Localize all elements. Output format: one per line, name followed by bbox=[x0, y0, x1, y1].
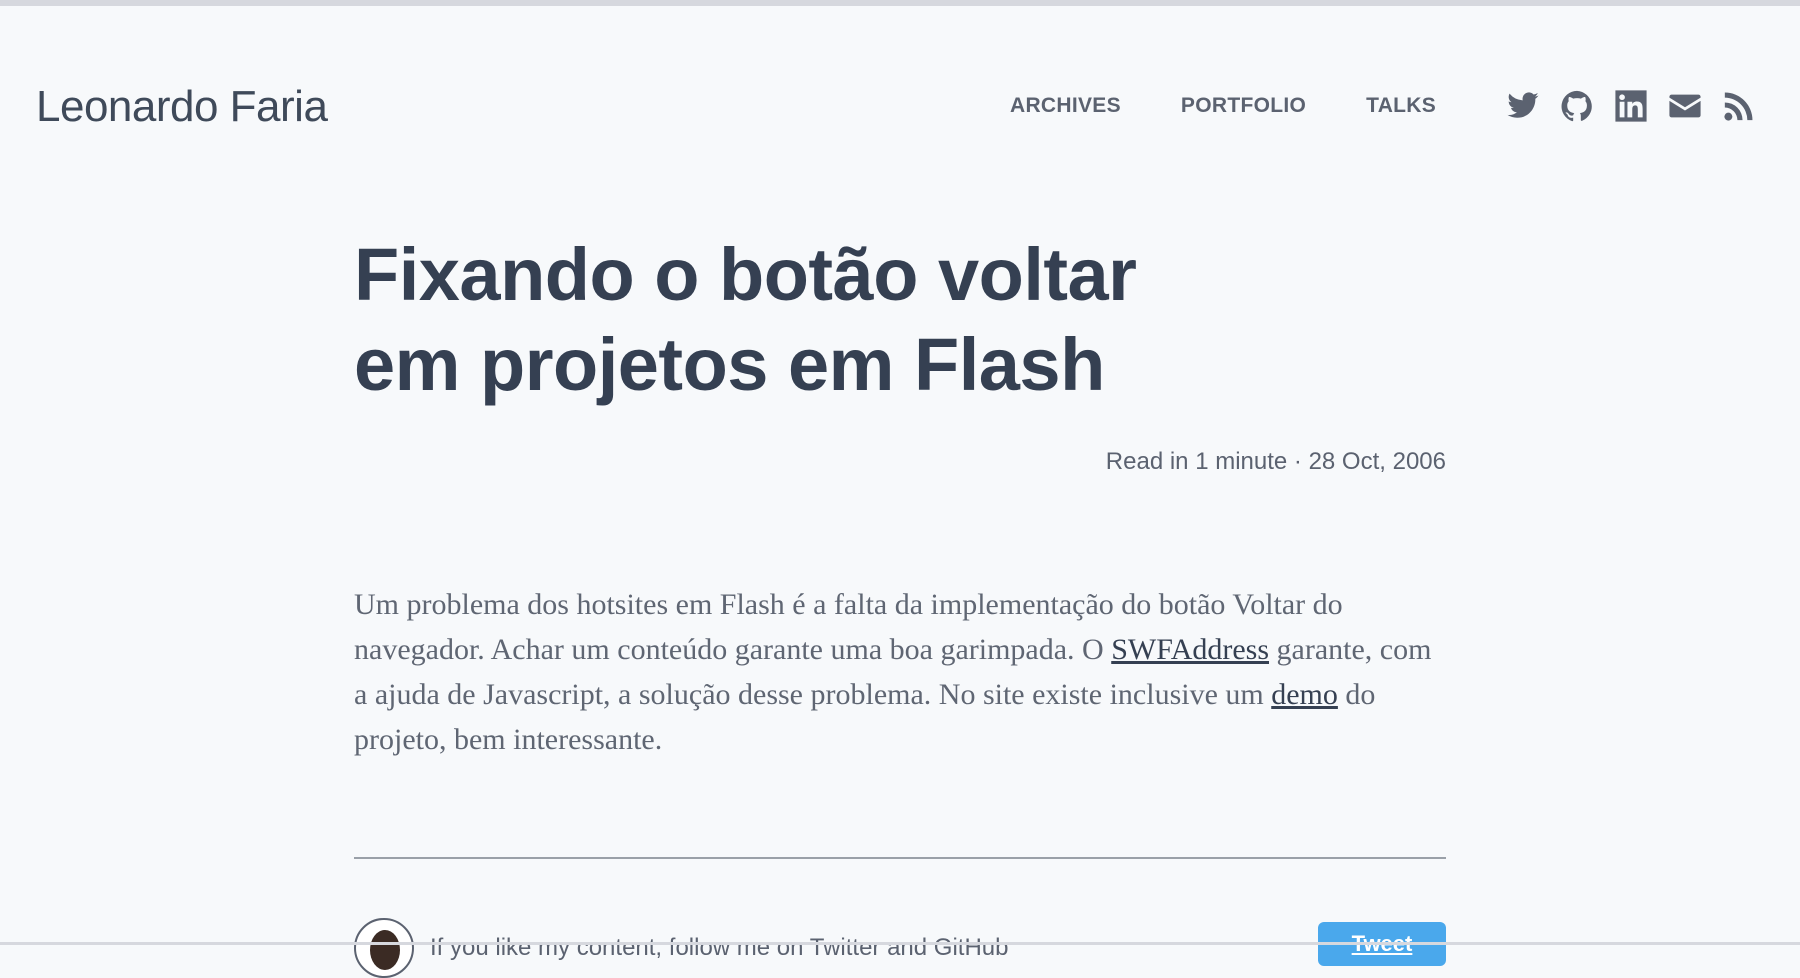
social-links bbox=[1506, 89, 1756, 123]
twitter-icon[interactable] bbox=[1506, 89, 1540, 123]
nav-portfolio[interactable]: PORTFOLIO bbox=[1181, 94, 1306, 118]
github-icon[interactable] bbox=[1560, 89, 1594, 123]
rss-icon[interactable] bbox=[1722, 89, 1756, 123]
nav-archives[interactable]: ARCHIVES bbox=[1010, 94, 1121, 118]
divider bbox=[354, 857, 1446, 859]
demo-link[interactable]: demo bbox=[1271, 678, 1338, 711]
avatar bbox=[354, 918, 414, 978]
post-title: Fixando o botão voltar em projetos em Fl… bbox=[354, 233, 1137, 406]
linkedin-icon[interactable] bbox=[1614, 89, 1648, 123]
swfaddress-link[interactable]: SWFAddress bbox=[1111, 633, 1269, 666]
main-nav: ARCHIVES PORTFOLIO TALKS bbox=[1010, 94, 1496, 118]
author-text: If you like my content, follow me on Twi… bbox=[430, 934, 1009, 961]
email-icon[interactable] bbox=[1668, 89, 1702, 123]
author-box: If you like my content, follow me on Twi… bbox=[354, 918, 1008, 978]
post-article: Fixando o botão voltar em projetos em Fl… bbox=[354, 230, 1446, 756]
nav-talks[interactable]: TALKS bbox=[1366, 94, 1436, 118]
post-paragraph: Um problema dos hotsites em Flash é a fa… bbox=[354, 582, 1446, 762]
site-title-link[interactable]: Leonardo Faria bbox=[36, 82, 328, 132]
site-header: Leonardo Faria ARCHIVES PORTFOLIO TALKS bbox=[0, 0, 1800, 200]
post-meta: Read in 1 minute · 28 Oct, 2006 bbox=[1105, 448, 1446, 475]
